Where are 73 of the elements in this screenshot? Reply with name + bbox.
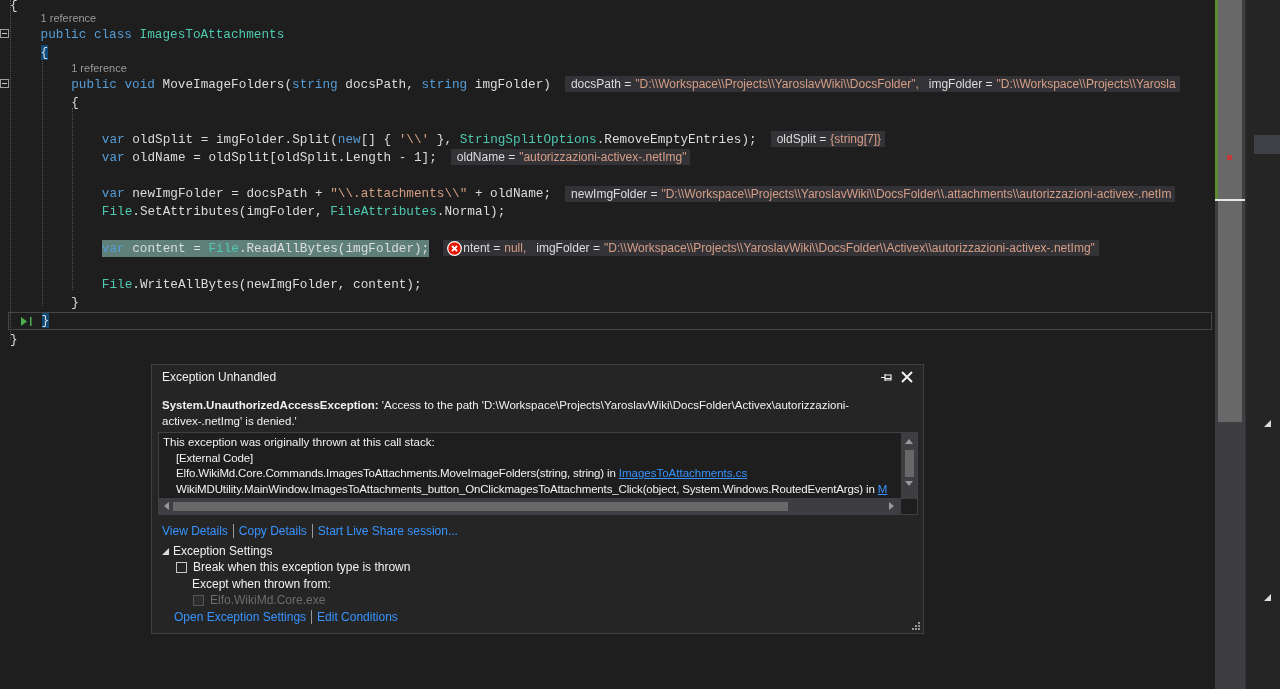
stack-frame: [External Code] xyxy=(176,450,253,466)
variable-name: oldSplit = xyxy=(776,131,827,149)
source-link[interactable]: ImagesToAttachments.cs xyxy=(618,466,748,482)
data-tip[interactable]: docsPath = "D:\\Workspace\\Projects\\YaroslavWiki\\DocsFolder", imgFolder = "D:\\Workspace\\Projects\\Yarosla xyxy=(564,76,1180,93)
pin-icon[interactable] xyxy=(881,372,893,382)
error-icon xyxy=(447,240,463,256)
code-line: var oldName = oldSplit[oldSplit.Length - 1]; xyxy=(101,148,437,166)
error-marker xyxy=(1227,155,1232,160)
code-line: } xyxy=(10,330,18,348)
section-heading: Exception Settings xyxy=(173,543,273,560)
scroll-right-icon[interactable] xyxy=(889,502,895,510)
code-line: var newImgFolder = docsPath + "\\.attachments\\" + oldName; xyxy=(101,185,552,203)
stack-frame: WikiMDUtility.MainWindow.ImagesToAttachments_button_OnClickmagesToAttachments_Click(object, System.Windows.RoutedEventArgs) in xyxy=(176,481,878,497)
variable-value: "D:\\Workspace\\Projects\\YaroslavWiki\\DocsFolder", xyxy=(635,76,919,94)
code-line: { xyxy=(71,94,79,112)
vertical-scrollbar[interactable] xyxy=(1215,0,1245,689)
scroll-down-icon[interactable] xyxy=(905,481,913,487)
stack-frame: Elfo.WikiMd.Core.Commands.ImagesToAttachments.MoveImageFolders(string, string) in xyxy=(176,466,619,482)
codelens-reference[interactable]: 1 reference xyxy=(71,62,127,76)
dialog-link[interactable]: Edit Conditions xyxy=(317,608,398,626)
resize-grip-icon[interactable] xyxy=(911,621,920,630)
dialog-link[interactable]: Copy Details xyxy=(238,522,307,540)
variable-name: imgFolder = xyxy=(536,240,600,258)
except-label: Except when thrown from: xyxy=(192,575,331,592)
codelens-reference[interactable]: 1 reference xyxy=(40,12,97,25)
variable-value: {string[7]} xyxy=(830,131,882,149)
expand-icon[interactable] xyxy=(1264,420,1271,427)
code-line: } xyxy=(71,294,79,312)
code-line: File.WriteAllBytes(newImgFolder, content); xyxy=(101,276,422,294)
variable-name: ntent = xyxy=(463,240,501,258)
data-tip[interactable]: oldSplit = {string[7]} xyxy=(770,131,886,148)
variable-value: "D:\\Workspace\\Projects\\Yarosla xyxy=(996,76,1176,94)
code-line: public class ImagesToAttachments xyxy=(40,25,285,43)
scroll-up-icon[interactable] xyxy=(905,438,913,444)
checkbox[interactable] xyxy=(176,561,187,573)
run-to-click-icon[interactable] xyxy=(20,316,33,326)
close-icon[interactable] xyxy=(901,371,913,383)
vertical-scrollbar[interactable] xyxy=(901,433,917,499)
dialog-link[interactable]: View Details xyxy=(162,522,228,540)
exception-message: System.UnauthorizedAccessException: 'Access to the path 'D:\Workspace\Projects\YaroslavWiki\DocsFolder\Activex\autorizzazioni-activex-.netImg' is denied.' xyxy=(162,398,851,429)
row-highlight xyxy=(1254,135,1280,154)
collapse-icon[interactable] xyxy=(0,29,9,38)
data-tip[interactable]: oldName = "autorizzazioni-activex-.netImg" xyxy=(450,149,691,166)
dialog-title: Exception Unhandled xyxy=(162,369,277,386)
checkbox-label[interactable]: Break when this exception type is thrown xyxy=(193,558,411,577)
collapse-icon[interactable] xyxy=(0,79,9,89)
scrollbar-thumb[interactable] xyxy=(1218,0,1242,422)
source-link[interactable]: M xyxy=(877,481,888,497)
horizontal-scrollbar[interactable] xyxy=(159,498,901,514)
variable-name: imgFolder = xyxy=(928,76,993,94)
expand-icon[interactable] xyxy=(162,547,169,555)
caret-marker xyxy=(1215,199,1245,201)
data-tip[interactable]: newImgFolder = "D:\\Workspace\\Projects\\YaroslavWiki\\DocsFolder\\.attachments\\autorizzazioni-activex-.netIm xyxy=(565,185,1176,202)
scrollbar-thumb[interactable] xyxy=(904,450,914,477)
scroll-left-icon[interactable] xyxy=(163,502,169,510)
scrollbar-thumb[interactable] xyxy=(173,501,788,511)
variable-value: "D:\\Workspace\\Projects\\YaroslavWiki\\DocsFolder\\.attachments\\autorizzazioni-activex-.netIm xyxy=(661,185,1172,203)
call-stack-heading: This exception was originally thrown at this call stack: xyxy=(163,435,436,450)
data-tip[interactable]: ntent = null, imgFolder = "D:\\Workspace\\Projects\\YaroslavWiki\\DocsFolder\\Activex\\autorizzazioni-activex-.netImg" xyxy=(443,240,1099,257)
code-line: public void MoveImageFolders(string docsPath, string imgFolder) xyxy=(71,75,551,93)
code-line: { xyxy=(10,0,18,11)
variable-name: oldName = xyxy=(456,149,516,167)
checkbox-label: Elfo.WikiMd.Core.exe xyxy=(210,592,326,610)
variable-value: "D:\\Workspace\\Projects\\YaroslavWiki\\DocsFolder\\Activex\\autorizzazioni-activex-.netImg" xyxy=(603,240,1095,258)
dialog-link[interactable]: Start Live Share session... xyxy=(317,522,458,540)
dialog-link[interactable]: Open Exception Settings xyxy=(174,608,307,626)
variable-name: docsPath = xyxy=(570,76,632,94)
variable-value: null, xyxy=(504,240,527,258)
variable-value: "autorizzazioni-activex-.netImg" xyxy=(519,149,687,167)
variable-name: newImgFolder = xyxy=(571,185,658,203)
code-line: var oldSplit = imgFolder.Split(new[] { '\\' }, StringSplitOptions.RemoveEmptyEntries); xyxy=(101,130,757,148)
code-line: File.SetAttributes(imgFolder, FileAttributes.Normal); xyxy=(101,203,506,221)
expand-icon[interactable] xyxy=(1264,594,1271,601)
